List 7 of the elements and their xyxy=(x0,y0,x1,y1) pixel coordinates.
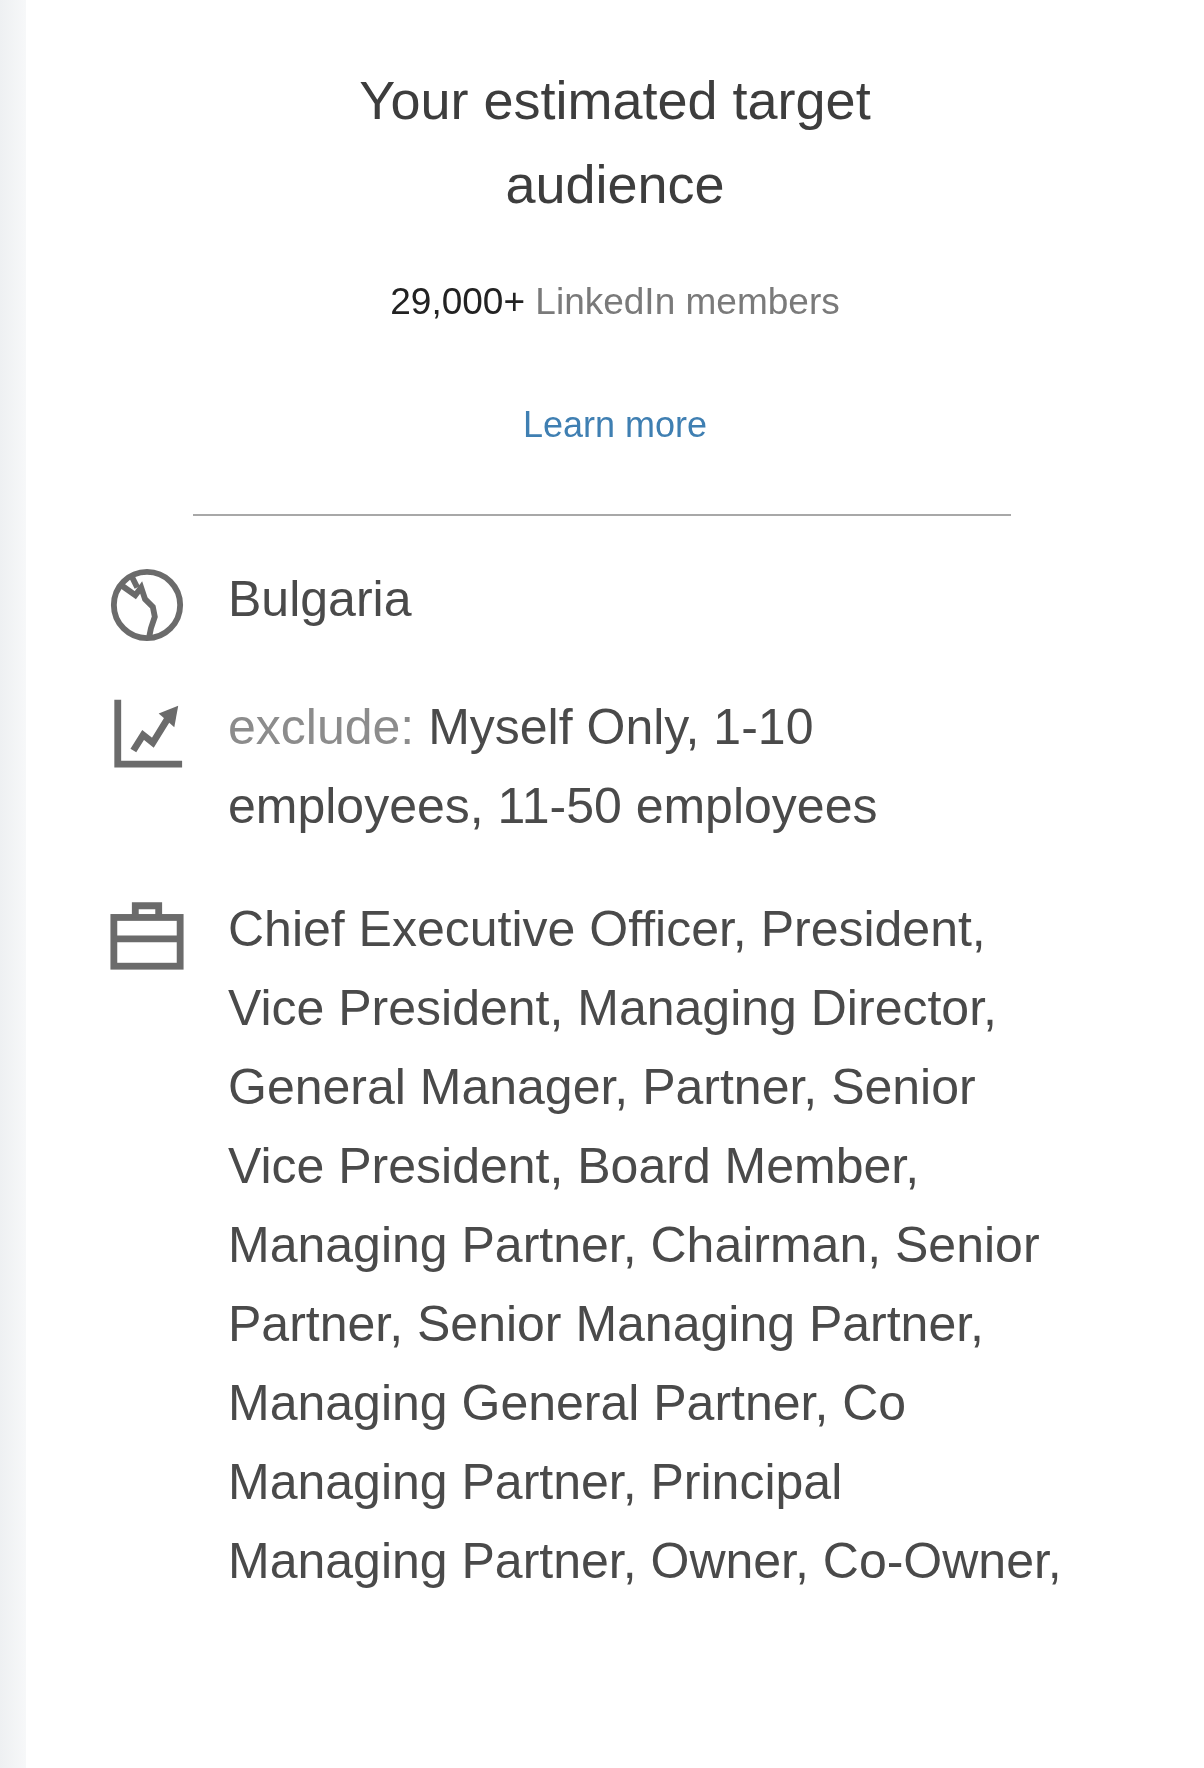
panel-title: Your estimated target audience xyxy=(358,69,872,216)
audience-label: LinkedIn members xyxy=(535,281,840,322)
audience-count: 29,000+ xyxy=(390,281,526,322)
learn-more-link[interactable]: Learn more xyxy=(522,397,708,452)
criterion-text: Bulgaria xyxy=(228,569,413,629)
criterion-text: Chief Executive Officer, President, Vice President, Managing Director, General Manager, Partner, Senior Vice President, Board Member, Managing Partner, Chairman, Senior Partner, Senior Managing Partner, Managing General Partner, Co Managing Partner, Principal Managing Partner, Owner, Co-Owner, xyxy=(228,899,1063,1591)
criterion-text: exclude: Myself Only, 1-10 employees, 11-50 employees xyxy=(228,697,879,836)
